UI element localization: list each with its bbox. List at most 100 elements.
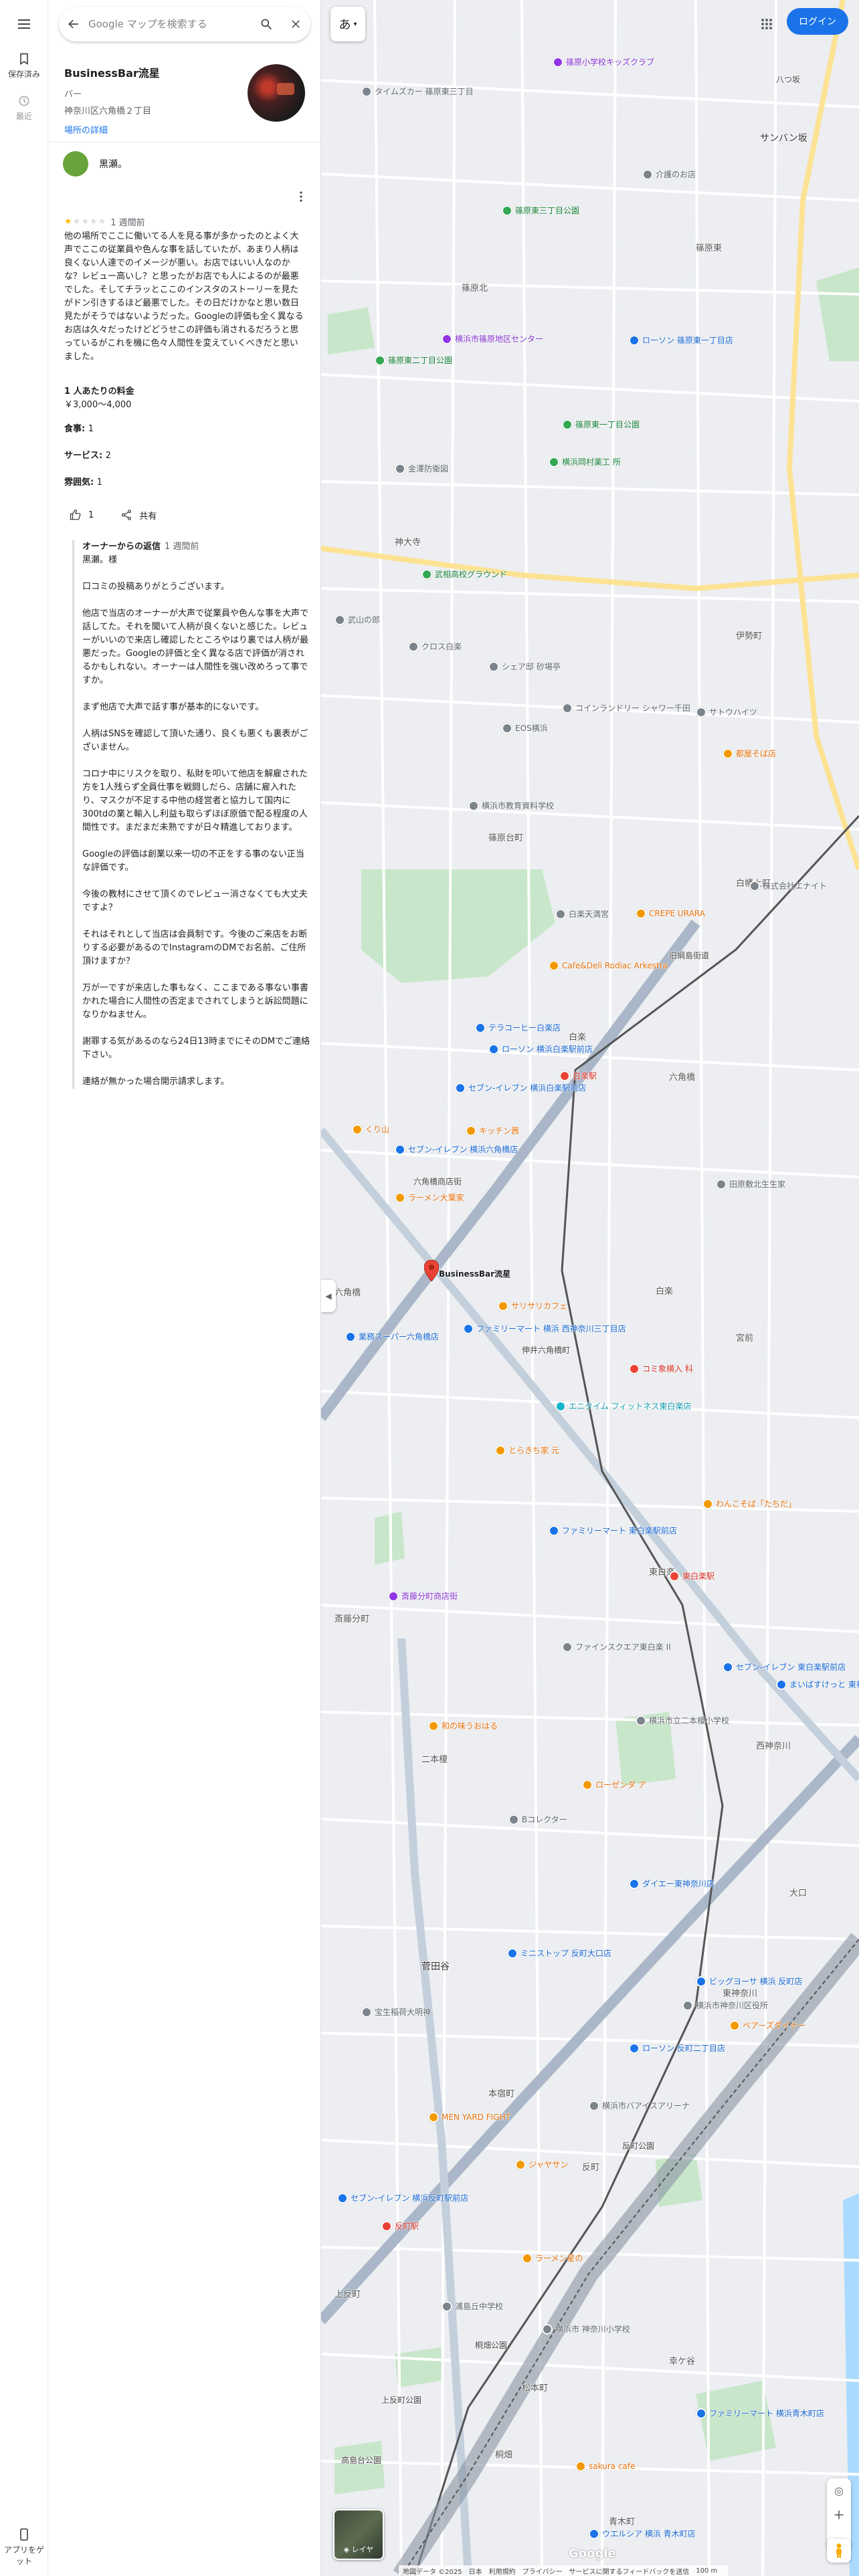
map-poi[interactable]: 株式会社エナイト: [749, 880, 827, 891]
map-poi[interactable]: 金澤防衛図: [395, 463, 448, 474]
privacy-link[interactable]: プライバシー: [522, 2566, 563, 2576]
map-poi[interactable]: エニタイム フィットネス東白楽店: [555, 1400, 691, 1412]
map-poi[interactable]: EOS横浜: [502, 722, 548, 734]
map-poi[interactable]: 篠原東二丁目公園: [375, 354, 452, 366]
map-poi[interactable]: タイムズカー 篠原東三丁目: [361, 86, 474, 97]
map-poi[interactable]: シェア邸 砂場亭: [488, 661, 561, 672]
map-poi[interactable]: 横浜岡村薬工 所: [549, 456, 621, 467]
map-canvas[interactable]: 篠原北 篠原東 篠原台町 白楽 六角橋 六角橋 東白楽 白楽 二本榎 西神奈川 …: [321, 0, 859, 2576]
map-poi[interactable]: テラコーヒー白楽店: [475, 1022, 561, 1033]
reviewer-row[interactable]: 黒瀬。: [63, 151, 127, 177]
back-button[interactable]: [59, 9, 88, 39]
recent-button[interactable]: 最近: [0, 80, 48, 122]
map-poi[interactable]: Bコレクター: [508, 1814, 567, 1825]
map-poi[interactable]: 斎藤分町商店街: [388, 1590, 458, 1602]
map-poi[interactable]: ラーメン大葉家: [395, 1192, 464, 1203]
map-poi[interactable]: ローソン 篠原東一丁目店: [629, 334, 733, 346]
street-view-button[interactable]: [827, 2539, 851, 2563]
map-poi[interactable]: ファミリーマート 横浜 西神奈川三丁目店: [463, 1323, 626, 1334]
reviewer-name[interactable]: 黒瀬。: [99, 157, 127, 171]
map-poi[interactable]: セブン-イレブン 横浜反町駅前店: [337, 2192, 468, 2204]
map-poi[interactable]: キッチン茜: [466, 1125, 519, 1136]
map-poi[interactable]: 宝生稲荷大明神: [361, 2006, 431, 2018]
map-poi[interactable]: 白楽天満宮: [555, 908, 609, 920]
my-location-button[interactable]: ◎: [827, 2478, 851, 2502]
review-more-button[interactable]: [293, 189, 309, 205]
map-poi[interactable]: 横浜市神奈川区役所: [682, 2000, 768, 2011]
map-poi[interactable]: とらきち家 元: [495, 1444, 559, 1456]
map-poi[interactable]: ウエルシア 横浜 青木町店: [589, 2528, 696, 2539]
map-poi[interactable]: コミ象横入 科: [629, 1363, 693, 1374]
map-poi[interactable]: 武相高校グラウンド: [421, 568, 507, 580]
map-poi[interactable]: 反町駅: [381, 2220, 419, 2232]
map-poi[interactable]: サトウハイツ: [696, 706, 757, 718]
scale-bar[interactable]: 100 m: [696, 2567, 717, 2575]
close-button[interactable]: [281, 9, 310, 39]
map-poi[interactable]: Cafe&Deli Rodiac Arkestra: [549, 960, 668, 971]
place-pin-label[interactable]: BusinessBar流星: [439, 1268, 510, 1279]
map-poi[interactable]: サリサリカフェ: [498, 1300, 567, 1311]
map-poi[interactable]: セブン-イレブン 東白楽駅前店: [723, 1661, 846, 1673]
map-poi[interactable]: 田原敷北生生家: [716, 1178, 785, 1190]
building-icon: [642, 169, 653, 180]
map-poi[interactable]: 篠原小学校キッズクラブ: [553, 56, 654, 68]
map-poi[interactable]: 篠原東一丁目公園: [562, 419, 640, 430]
share-button[interactable]: 共有: [115, 504, 165, 526]
map-poi[interactable]: 浦島丘中学校: [442, 2300, 503, 2312]
map-poi[interactable]: 和の味うおはる: [428, 1720, 498, 1731]
map-poi[interactable]: ファインスクエア東白楽 II: [562, 1641, 671, 1652]
map-poi[interactable]: ベアーズダイナー: [729, 2020, 805, 2031]
layers-icon: ◈: [343, 2545, 352, 2554]
saved-button[interactable]: 保存済み: [0, 32, 48, 80]
google-apps-button[interactable]: [752, 9, 781, 39]
place-pin-icon[interactable]: [424, 1260, 439, 1281]
avatar[interactable]: [63, 151, 88, 177]
map-poi[interactable]: 横浜市教育資料学校: [468, 800, 554, 811]
map-poi[interactable]: ファミリーマート 横浜青木町店: [696, 2407, 824, 2419]
input-language-button[interactable]: あ ▾: [330, 7, 365, 41]
map-poi[interactable]: 横浜市立二本榎小学校: [636, 1715, 729, 1726]
place-details-link[interactable]: 場所の詳細: [64, 123, 245, 136]
map-poi[interactable]: CREPE URARA: [636, 908, 705, 919]
map-poi[interactable]: ローソン 横浜白楽駅前店: [488, 1043, 593, 1055]
map-poi[interactable]: 白楽駅: [559, 1070, 597, 1081]
map-poi[interactable]: 東白楽駅: [669, 1570, 714, 1582]
terms-link[interactable]: 利用規約: [489, 2566, 516, 2576]
search-button[interactable]: [252, 9, 281, 39]
map-poi[interactable]: ラーメン星の: [522, 2252, 583, 2264]
get-app-button[interactable]: アプリをゲット: [0, 2521, 48, 2567]
feedback-link[interactable]: サービスに関するフィードバックを送信: [569, 2566, 689, 2576]
map-poi[interactable]: 武山の郎: [335, 614, 380, 625]
menu-button[interactable]: [0, 0, 48, 32]
map-poi[interactable]: クロス白楽: [408, 641, 462, 652]
map-poi[interactable]: セブン-イレブン 横浜白楽駅前店: [455, 1082, 586, 1093]
map-poi[interactable]: 横浜市篠原地区センター: [442, 333, 543, 344]
map-poi[interactable]: ミニストップ 反町大口店: [507, 1947, 611, 1959]
like-button[interactable]: 1: [64, 504, 102, 526]
map-poi[interactable]: ビッグヨーサ 横浜 反町店: [696, 1975, 802, 1987]
map-poi[interactable]: まいばすけっと 東神奈川: [776, 1679, 859, 1690]
login-button[interactable]: ログイン: [787, 8, 848, 35]
map-poi[interactable]: ダイエー東神奈川店: [629, 1878, 714, 1889]
map-poi[interactable]: MEN YARD FIGHT: [428, 2112, 510, 2123]
map-poi[interactable]: 横浜市 神奈川小学校: [542, 2323, 630, 2335]
map-poi[interactable]: 横浜市バアイスアリーナ: [589, 2100, 690, 2111]
layers-button[interactable]: ◈ レイヤ: [333, 2509, 384, 2560]
map-poi[interactable]: 篠原東三丁目公園: [502, 205, 579, 216]
map-poi[interactable]: ジャヤサン: [515, 2159, 568, 2170]
map-poi[interactable]: わんこそば「たちだ」: [702, 1498, 796, 1509]
map-poi[interactable]: くり山: [352, 1123, 389, 1135]
place-photo[interactable]: [248, 64, 305, 122]
map-poi[interactable]: 介護のお店: [642, 169, 696, 180]
map-poi[interactable]: コインランドリー シャワー千田: [562, 702, 690, 714]
map-poi[interactable]: 業務スーパー六角橋店: [345, 1331, 439, 1342]
map-poi[interactable]: ファミリーマート 東白楽駅前店: [549, 1525, 677, 1536]
zoom-in-button[interactable]: +: [827, 2502, 851, 2527]
map-poi[interactable]: sakura cafe: [575, 2461, 635, 2472]
search-input[interactable]: [88, 18, 252, 30]
map-poi[interactable]: 都屋そば店: [723, 748, 776, 759]
collapse-panel-button[interactable]: ◀: [321, 1280, 336, 1312]
map-poi[interactable]: ローゼンダ ア: [582, 1779, 646, 1790]
map-poi[interactable]: ローソン 反町二丁目店: [629, 2042, 725, 2054]
map-poi[interactable]: セブン-イレブン 横浜六角橋店: [395, 1144, 518, 1155]
